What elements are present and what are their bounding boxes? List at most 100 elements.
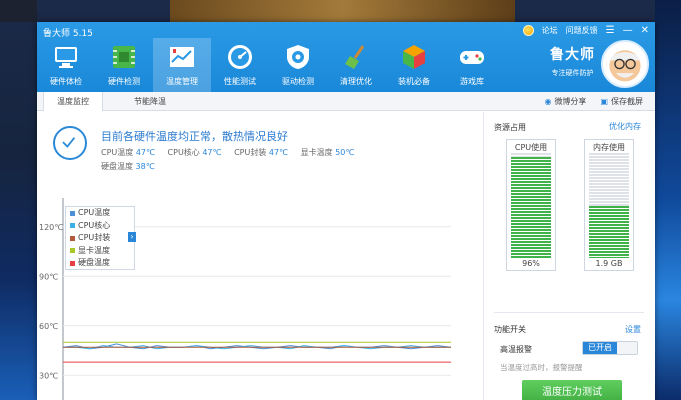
- legend-swatch: [70, 235, 75, 241]
- legend-swatch: [70, 260, 75, 266]
- gear-shield-icon: [287, 45, 309, 69]
- nav-label: 硬件体检: [50, 77, 82, 86]
- nav-label: 性能测试: [224, 77, 256, 86]
- menu-icon[interactable]: ☰: [606, 25, 615, 36]
- memory-usage-label: 内存使用: [593, 143, 625, 152]
- cpu-gauge-well: [511, 153, 551, 258]
- memory-gauge-well: [589, 153, 629, 258]
- tab-energy-saving[interactable]: 节能降温: [115, 92, 185, 111]
- speedometer-icon: [228, 45, 252, 69]
- settings-link[interactable]: 设置: [625, 324, 641, 335]
- legend-label: 显卡温度: [78, 245, 110, 255]
- main-nav: 硬件体检 硬件检测 温度管理 性能测试 驱动检测 清理优化 装机必备 游戏库: [37, 38, 501, 92]
- nav-temperature[interactable]: 温度管理: [153, 38, 211, 92]
- minimize-icon[interactable]: —: [623, 25, 633, 36]
- legend-item-gpu-temp[interactable]: 显卡温度: [66, 245, 134, 258]
- legend-swatch: [70, 223, 75, 229]
- check-icon: [53, 126, 87, 160]
- brand-name: 鲁大师: [550, 47, 595, 63]
- reading-label: CPU封装: [234, 148, 267, 157]
- tab-temperature-monitor[interactable]: 温度监控: [43, 92, 103, 111]
- reading-label: 显卡温度: [300, 148, 333, 157]
- memory-usage-value: 1.9 GB: [595, 259, 623, 268]
- nav-label: 驱动检测: [282, 77, 314, 86]
- feedback-link[interactable]: 问题反馈: [566, 25, 598, 36]
- nav-label: 温度管理: [166, 77, 198, 86]
- weibo-share-button[interactable]: ◉ 微博分享: [544, 96, 586, 107]
- brand-slogan: 专注硬件防护: [551, 69, 594, 77]
- temperature-panel: 目前各硬件温度均正常，散热情况良好 CPU温度 47℃ CPU核心 47℃ CP…: [37, 112, 477, 400]
- forum-link[interactable]: 论坛: [542, 25, 558, 36]
- nav-label: 游戏库: [460, 77, 484, 86]
- legend-collapse-button[interactable]: ›: [128, 232, 136, 242]
- nav-performance[interactable]: 性能测试: [211, 38, 269, 92]
- brand: 鲁大师 专注硬件防护: [550, 44, 595, 78]
- legend-item-cpu-temp[interactable]: CPU温度: [66, 207, 134, 220]
- reading-value: 50℃: [335, 148, 355, 157]
- reading-value: 47℃: [135, 148, 155, 157]
- nav-hardware-check[interactable]: 硬件体检: [37, 38, 95, 92]
- y-tick-label: 30℃: [39, 371, 58, 380]
- cube-icon: [403, 45, 425, 69]
- reading-value: 47℃: [202, 148, 222, 157]
- reading-label: 硬盘温度: [101, 162, 133, 171]
- app-window: 鲁大师 5.15 论坛 问题反馈 ☰ — ✕ 硬件体检 硬件检测 温度管理 性能…: [37, 22, 655, 400]
- mascot-icon: [609, 50, 641, 82]
- nav-games[interactable]: 游戏库: [443, 38, 501, 92]
- alarm-hint: 当温度过高时，报警提醒: [500, 363, 583, 372]
- coin-icon[interactable]: [522, 25, 534, 36]
- temperature-chart: 120℃ 90℃ 60℃ 30℃ CPU温度 CPU核心 CPU封装 显卡温度 硬盘温…: [37, 198, 477, 400]
- resources-title: 资源占用: [494, 123, 526, 132]
- reading-label: CPU核心: [167, 148, 200, 157]
- legend-label: CPU温度: [78, 208, 111, 217]
- cpu-gauge-fill: [511, 157, 551, 258]
- legend-item-cpu-package[interactable]: CPU封装: [66, 232, 134, 245]
- sub-toolbar: 温度监控 节能降温 ◉ 微博分享 ▣ 保存截屏: [37, 92, 655, 111]
- divider: [494, 312, 644, 313]
- nav-hardware-detect[interactable]: 硬件检测: [95, 38, 153, 92]
- nav-cleanup[interactable]: 清理优化: [327, 38, 385, 92]
- legend-swatch: [70, 248, 75, 254]
- nav-label: 清理优化: [340, 77, 372, 86]
- wallpaper-left: [0, 0, 37, 22]
- avatar[interactable]: [601, 40, 649, 88]
- reading-value: 47℃: [268, 148, 289, 157]
- camera-icon: ▣: [600, 97, 608, 106]
- temperature-readings: CPU温度 47℃ CPU核心 47℃ CPU封装 47℃ 显卡温度 50℃ 硬…: [101, 146, 461, 174]
- status-title: 目前各硬件温度均正常，散热情况良好: [101, 130, 288, 143]
- header-bar: 鲁大师 5.15 论坛 问题反馈 ☰ — ✕ 硬件体检 硬件检测 温度管理 性能…: [37, 22, 655, 92]
- chart-legend: CPU温度 CPU核心 CPU封装 显卡温度 硬盘温度: [65, 206, 135, 270]
- high-temp-alarm-toggle[interactable]: 已开启: [582, 341, 638, 355]
- legend-item-cpu-core[interactable]: CPU核心: [66, 220, 134, 233]
- cpu-usage-gauge: CPU使用 96%: [506, 139, 556, 271]
- side-panel: 资源占用 优化内存 CPU使用 96% 内存使用 1.9 GB 功能开关 设置 …: [483, 112, 655, 400]
- sub-actions: ◉ 微博分享 ▣ 保存截屏: [544, 92, 643, 111]
- nav-driver[interactable]: 驱动检测: [269, 38, 327, 92]
- memory-gauge-fill: [589, 205, 629, 258]
- reading-label: CPU温度: [101, 148, 134, 157]
- reading-value: 38℃: [135, 162, 155, 171]
- toggle-state: 已开启: [583, 342, 617, 354]
- y-tick-label: 90℃: [39, 272, 58, 281]
- save-screenshot-label: 保存截屏: [611, 97, 643, 106]
- nav-essentials[interactable]: 装机必备: [385, 38, 443, 92]
- wallpaper-top: [170, 0, 515, 22]
- high-temp-alarm-label: 高温报警: [500, 345, 532, 354]
- legend-label: CPU封装: [78, 233, 111, 242]
- circuit-board-icon: [113, 46, 135, 68]
- broom-icon: [345, 45, 365, 69]
- legend-label: 硬盘温度: [78, 258, 110, 267]
- cpu-usage-label: CPU使用: [514, 143, 548, 152]
- legend-item-disk-temp[interactable]: 硬盘温度: [66, 257, 134, 270]
- save-screenshot-button[interactable]: ▣ 保存截屏: [600, 96, 643, 107]
- gamepad-icon: [460, 51, 484, 64]
- features-title: 功能开关: [494, 325, 526, 334]
- hardware-check-icon: [55, 47, 77, 68]
- optimize-memory-link[interactable]: 优化内存: [609, 121, 641, 132]
- stress-test-button[interactable]: 温度压力测试: [522, 380, 622, 400]
- close-icon[interactable]: ✕: [641, 25, 649, 36]
- thermometer-chart-icon: [170, 47, 194, 67]
- y-tick-label: 60℃: [39, 322, 58, 331]
- wallpaper-right: [655, 0, 681, 400]
- weibo-share-label: 微博分享: [554, 97, 587, 106]
